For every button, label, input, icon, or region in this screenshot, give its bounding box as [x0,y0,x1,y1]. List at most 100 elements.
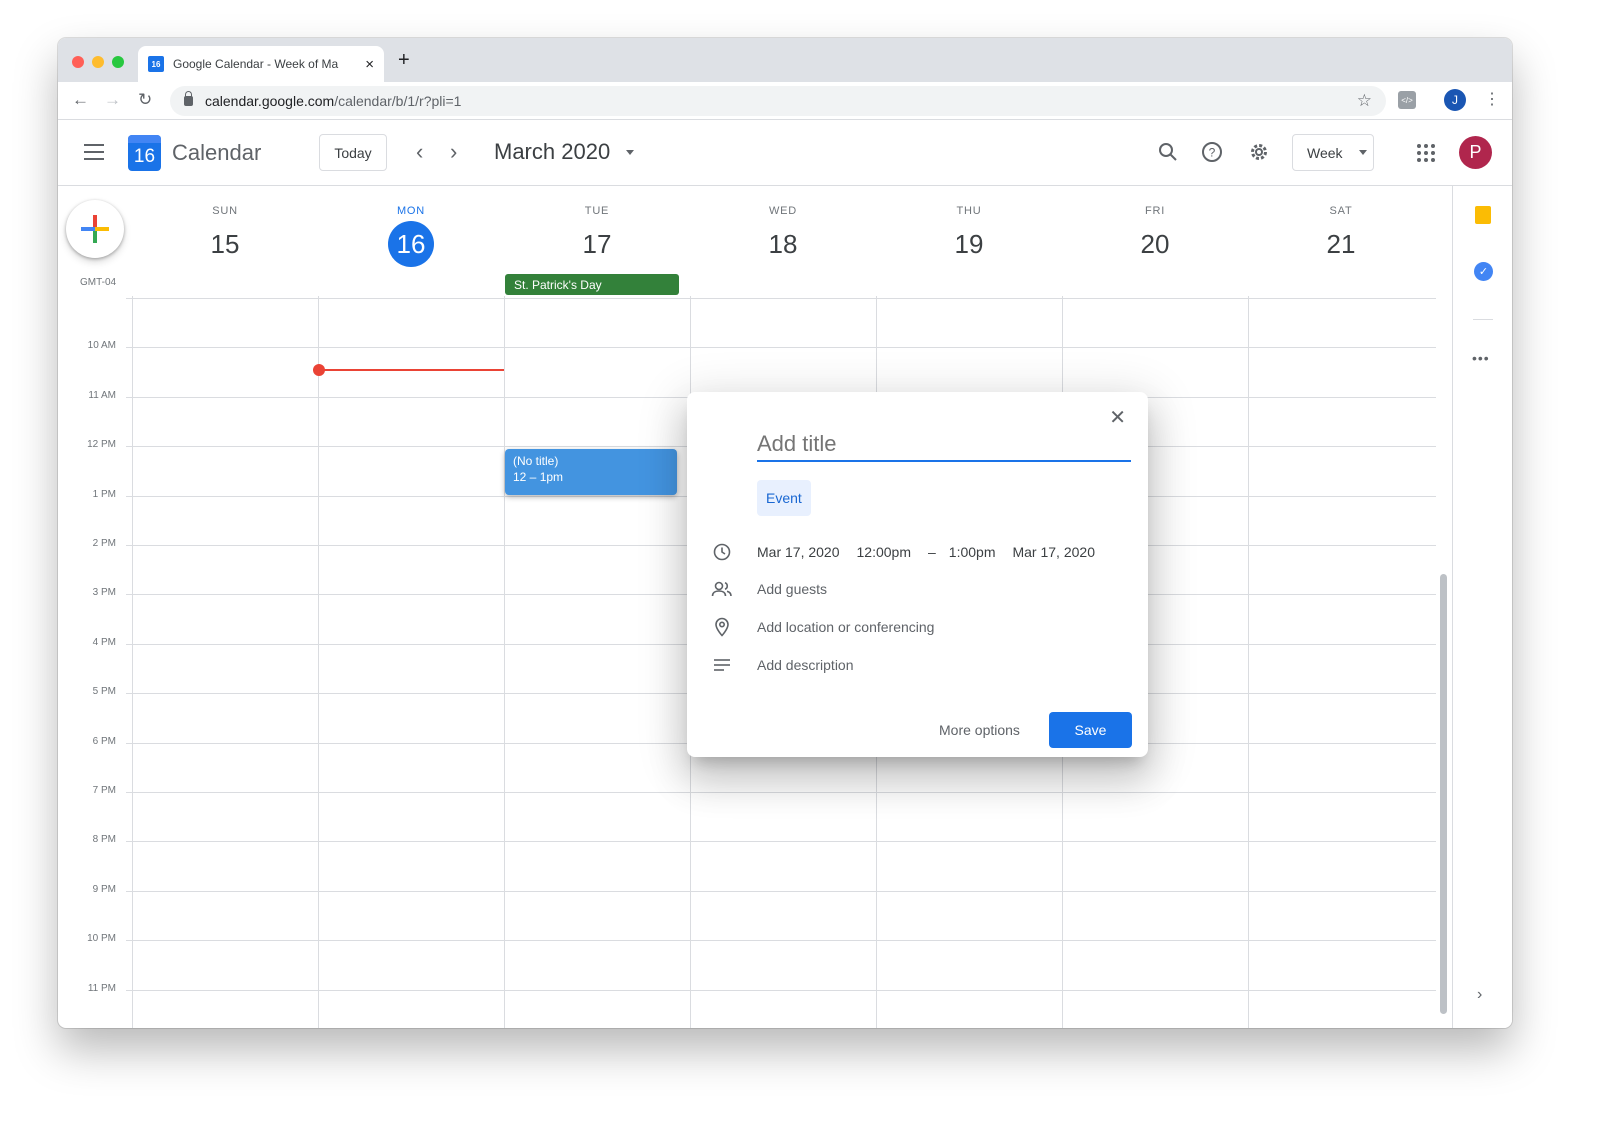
new-tab-icon[interactable]: + [398,50,410,70]
app-name[interactable]: Calendar [172,140,261,166]
zoom-window-button[interactable] [112,56,124,68]
description-lines-icon [711,654,733,676]
event-type-chip[interactable]: Event [757,480,811,516]
day-name: SAT [1329,205,1353,217]
previous-week-icon[interactable]: ‹ [416,140,423,164]
browser-menu-icon[interactable]: ⋮ [1484,90,1500,110]
hour-line [126,940,1436,942]
forward-arrow-icon[interactable]: → [104,90,121,110]
tab-strip: 16 Google Calendar - Week of Ma × + [58,38,1512,82]
day-name: THU [956,205,982,217]
browser-tab[interactable]: 16 Google Calendar - Week of Ma × [138,46,384,82]
end-date[interactable]: Mar 17, 2020 [1012,544,1095,560]
day-number[interactable]: 20 [1132,221,1178,267]
day-name: MON [396,205,426,217]
tasks-icon[interactable]: ✓ [1474,262,1493,281]
hour-label: 7 PM [92,785,116,796]
main-menu-icon[interactable] [84,144,104,160]
start-date[interactable]: Mar 17, 2020 [757,544,840,560]
day-column-divider [1248,296,1249,1028]
day-number[interactable]: 18 [760,221,806,267]
day-number[interactable]: 16 [388,221,434,267]
hour-label: 2 PM [92,538,116,549]
settings-gear-icon[interactable] [1247,140,1271,164]
day-column-header[interactable]: SAT 21 [1248,186,1434,270]
hour-line [126,989,1436,991]
add-location-row[interactable]: Add location or conferencing [711,615,1131,639]
add-description: Add description [757,657,854,673]
day-name: FRI [1144,205,1166,217]
start-time[interactable]: 12:00pm [857,544,911,560]
time-separator: – [927,544,936,560]
hour-line [126,298,1436,299]
back-arrow-icon[interactable]: ← [72,90,89,110]
day-name: SUN [212,205,238,217]
event-time-row[interactable]: Mar 17, 2020 12:00pm – 1:00pm Mar 17, 20… [711,540,1131,564]
day-column-divider [504,296,505,1028]
keep-icon[interactable] [1475,206,1491,224]
hour-label: 11 PM [87,982,116,994]
address-bar[interactable]: calendar.google.com/calendar/b/1/r?pli=1… [170,86,1386,116]
hour-label: 10 PM [87,933,116,945]
event-time: 12 – 1pm [513,470,564,484]
side-panel-divider [1473,319,1493,320]
event-title-input[interactable] [757,428,1131,462]
help-icon[interactable]: ? [1200,140,1224,164]
save-button[interactable]: Save [1049,712,1132,748]
day-column-header[interactable]: WED 18 [690,186,876,270]
day-number[interactable]: 15 [202,221,248,267]
current-time-line [318,369,504,371]
account-avatar[interactable]: P [1459,136,1492,169]
browser-profile-avatar[interactable]: J [1444,89,1466,111]
month-dropdown-icon[interactable] [626,150,634,155]
reload-icon[interactable]: ↻ [138,90,152,110]
calendar-event[interactable]: (No title) 12 – 1pm [505,449,677,495]
calendar-favicon-icon: 16 [148,56,164,72]
calendar-header: 16 Calendar Today ‹ › March 2020 ? Week … [58,120,1512,186]
minimize-window-button[interactable] [92,56,104,68]
calendar-logo-icon[interactable]: 16 [128,135,161,171]
day-column-header[interactable]: TUE 17 [504,186,690,270]
month-label[interactable]: March 2020 [494,139,610,165]
more-addons-icon[interactable]: ••• [1472,350,1490,366]
hour-label: 8 PM [92,834,116,846]
day-column-header[interactable]: SUN 15 [132,186,318,270]
today-button[interactable]: Today [319,134,387,171]
day-name: TUE [584,205,610,217]
day-number[interactable]: 19 [946,221,992,267]
current-time-dot [313,364,325,376]
quick-event-dialog: ✕ Event Mar 17, 2020 12:00pm – 1:00pm Ma… [687,392,1148,757]
day-number[interactable]: 21 [1318,221,1364,267]
hour-label: 1 PM [92,488,116,500]
next-week-icon[interactable]: › [450,140,457,164]
close-window-button[interactable] [72,56,84,68]
hour-label: 5 PM [92,686,116,698]
more-options-button[interactable]: More options [939,722,1020,738]
day-column-header[interactable]: FRI 20 [1062,186,1248,270]
view-selector-label: Week [1307,144,1343,161]
view-selector[interactable]: Week [1292,134,1374,171]
create-event-button[interactable] [66,200,124,258]
end-time[interactable]: 1:00pm [949,544,996,560]
search-icon[interactable] [1156,140,1180,164]
close-icon[interactable]: ✕ [1109,408,1126,428]
side-panel: ✓ ••• › [1452,186,1512,1028]
google-apps-icon[interactable] [1417,144,1435,162]
tab-title: Google Calendar - Week of Ma [173,57,339,71]
day-column-header[interactable]: MON 16 [318,186,504,270]
allday-event-chip[interactable]: St. Patrick's Day [505,274,679,295]
day-column-divider [318,296,319,1028]
add-description-row[interactable]: Add description [711,653,1131,677]
add-guests: Add guests [757,581,828,597]
expand-panel-icon[interactable]: › [1477,986,1482,1004]
browser-window: 16 Google Calendar - Week of Ma × + ← → … [58,38,1512,1028]
add-guests-row[interactable]: Add guests [711,577,1131,601]
grid-scrollbar[interactable] [1440,574,1447,1014]
day-number[interactable]: 17 [574,221,620,267]
day-column-header[interactable]: THU 19 [876,186,1062,270]
close-tab-icon[interactable]: × [365,56,374,73]
hour-line [126,841,1436,843]
bookmark-star-icon[interactable]: ☆ [1357,91,1372,111]
extension-icon[interactable]: </> [1398,91,1416,109]
hour-line [126,890,1436,892]
